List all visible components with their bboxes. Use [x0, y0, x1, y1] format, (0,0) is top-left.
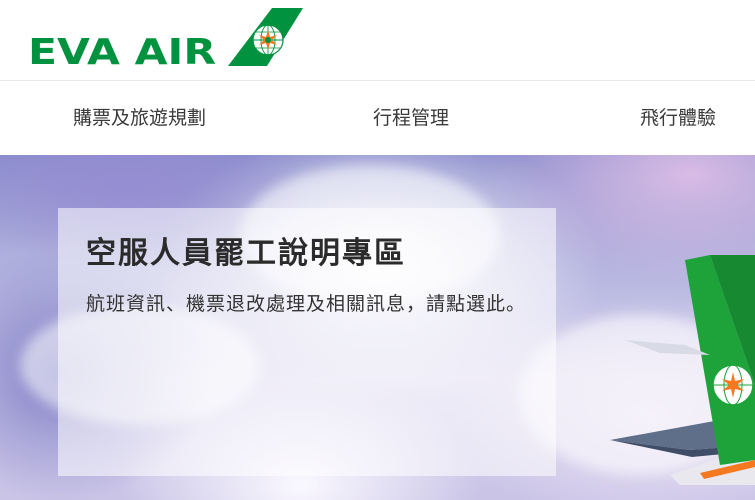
airplane-tail-image	[610, 255, 755, 485]
nav-item-manage-trip[interactable]: 行程管理	[373, 105, 449, 131]
main-nav: 購票及旅遊規劃 行程管理 飛行體驗	[0, 81, 755, 155]
nav-item-booking[interactable]: 購票及旅遊規劃	[73, 105, 206, 131]
site-header: EVA AIR	[0, 0, 755, 81]
logo-wordmark: EVA AIR	[28, 32, 217, 73]
nav-item-flight-experience[interactable]: 飛行體驗	[640, 105, 716, 131]
hero-banner: 空服人員罷工說明專區 航班資訊、機票退改處理及相關訊息，請點選此。	[0, 155, 755, 500]
notice-title: 空服人員罷工說明專區	[86, 236, 406, 271]
eva-air-emblem-icon	[228, 8, 303, 66]
strike-notice-card[interactable]: 空服人員罷工說明專區 航班資訊、機票退改處理及相關訊息，請點選此。	[58, 208, 556, 476]
eva-air-logo[interactable]: EVA AIR	[28, 8, 303, 73]
notice-body-link[interactable]: 航班資訊、機票退改處理及相關訊息，請點選此。	[86, 288, 526, 320]
